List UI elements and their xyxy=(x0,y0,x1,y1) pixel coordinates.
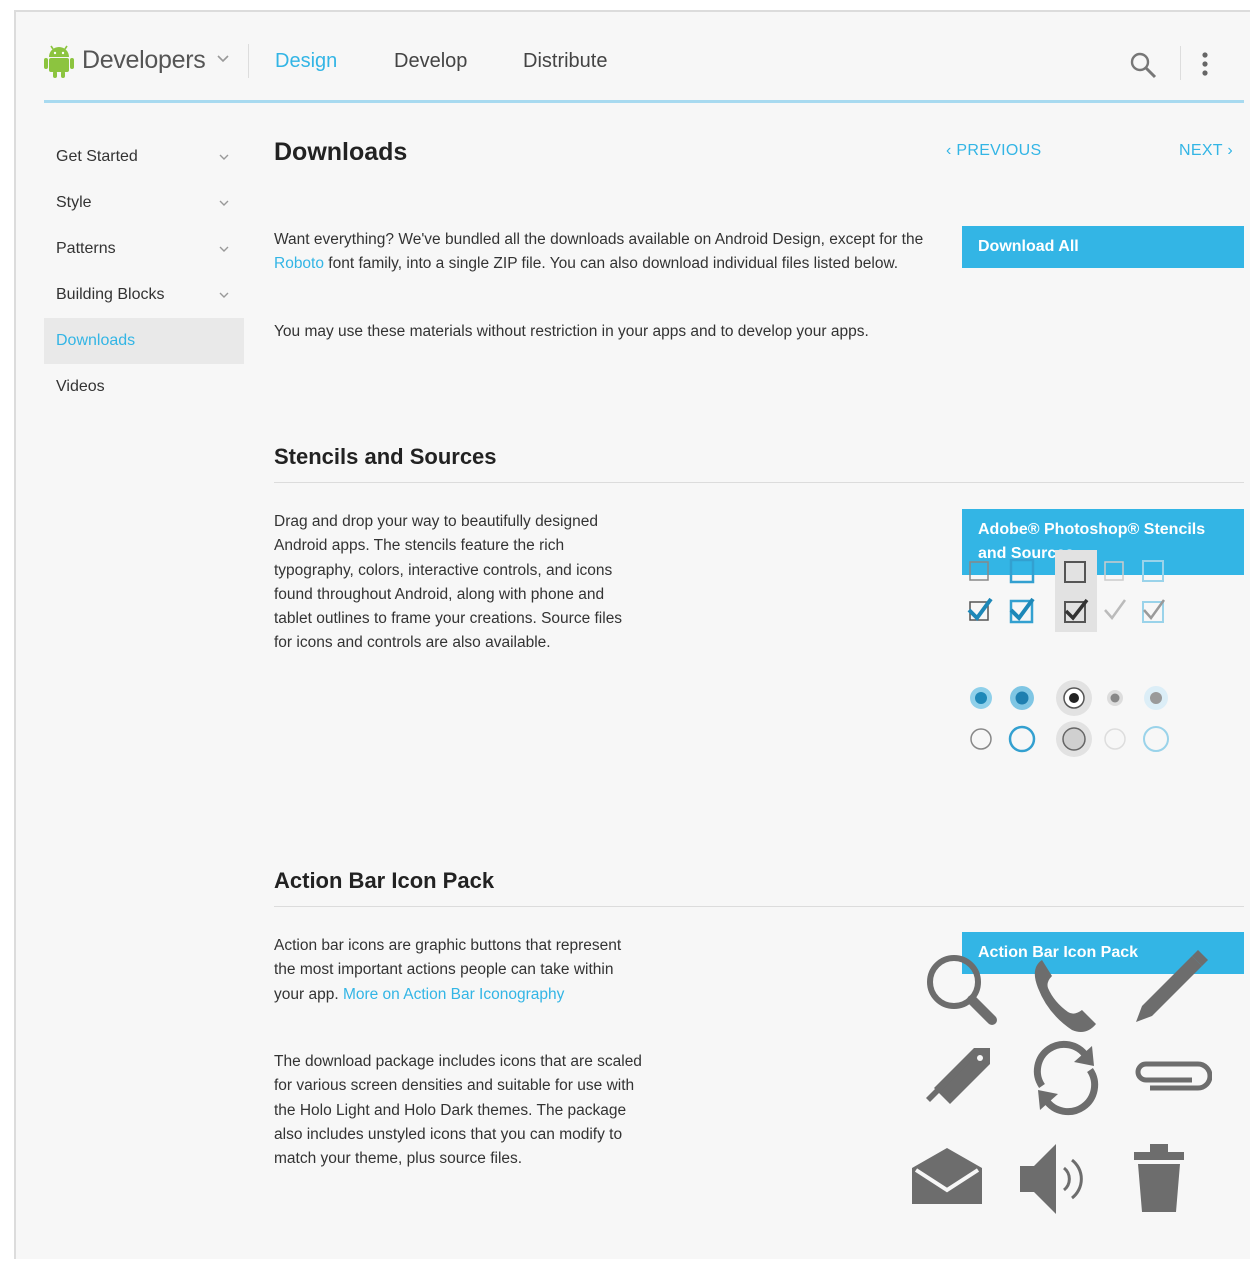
sidebar-item-label: Building Blocks xyxy=(56,286,165,303)
next-label: NEXT xyxy=(1179,142,1223,159)
sidebar-item-building-blocks[interactable]: Building Blocks xyxy=(44,272,244,318)
tab-develop[interactable]: Develop xyxy=(394,50,467,73)
radio-icon xyxy=(1143,726,1169,752)
tag-icon xyxy=(926,1048,990,1104)
refresh-icon xyxy=(1033,1040,1099,1116)
sidebar-item-label: Get Started xyxy=(56,148,138,165)
intro-paragraph: Want everything? We've bundled all the d… xyxy=(274,228,924,277)
chevron-down-icon[interactable] xyxy=(218,245,230,253)
download-all-button[interactable]: Download All xyxy=(962,226,1244,268)
email-icon xyxy=(912,1148,982,1204)
sidebar-item-label: Patterns xyxy=(56,240,116,257)
next-link[interactable]: NEXT › xyxy=(1179,142,1233,160)
overflow-menu-icon[interactable] xyxy=(1199,48,1211,80)
sidebar-item-get-started[interactable]: Get Started xyxy=(44,134,244,180)
sidebar-item-style[interactable]: Style xyxy=(44,180,244,226)
chevron-down-icon[interactable] xyxy=(218,153,230,161)
roboto-link[interactable]: Roboto xyxy=(274,255,324,272)
sidebar-item-downloads[interactable]: Downloads xyxy=(44,318,244,364)
volume-icon xyxy=(1020,1144,1083,1214)
phone-icon xyxy=(1034,960,1096,1032)
section-title-action-bar: Action Bar Icon Pack xyxy=(274,868,495,893)
pencil-icon xyxy=(1136,950,1208,1022)
package-paragraph: The download package includes icons that… xyxy=(274,1053,642,1168)
intro-text: font family, into a single ZIP file. You… xyxy=(323,255,899,273)
chevron-down-icon[interactable] xyxy=(218,291,230,299)
checkmark-icon xyxy=(1104,599,1127,621)
checkbox-icon xyxy=(1142,560,1164,582)
stencils-paragraph: Drag and drop your way to beautifully de… xyxy=(274,513,623,652)
page-title: Downloads xyxy=(274,138,408,166)
checkbox-icon xyxy=(1104,561,1124,581)
sidebar-item-videos[interactable]: Videos xyxy=(44,364,244,410)
radio-icon xyxy=(1104,728,1126,750)
action-bar-icons-preview xyxy=(912,950,1212,1214)
search-icon xyxy=(927,955,997,1025)
tab-distribute[interactable]: Distribute xyxy=(523,50,607,73)
top-bar: Developers Design Develop Distribute xyxy=(16,12,1250,103)
sidebar-item-patterns[interactable]: Patterns xyxy=(44,226,244,272)
trash-icon xyxy=(1134,1144,1184,1212)
section-title-stencils: Stencils and Sources xyxy=(274,444,497,469)
brand-name[interactable]: Developers xyxy=(82,46,206,75)
header-divider xyxy=(1180,46,1181,80)
page-frame: Developers Design Develop Distribute Get… xyxy=(14,10,1250,1259)
usage-paragraph: You may use these materials without rest… xyxy=(274,323,869,340)
checkbox-icon xyxy=(969,561,989,581)
search-icon[interactable] xyxy=(1128,50,1158,80)
action-bar-iconography-link[interactable]: More on Action Bar Iconography xyxy=(343,986,564,1003)
chevron-down-icon[interactable] xyxy=(216,54,230,64)
radio-icon xyxy=(1008,725,1036,753)
header-divider xyxy=(248,44,249,78)
section-divider xyxy=(274,906,1244,907)
header-underline xyxy=(44,100,1244,103)
checkbox-icon xyxy=(1009,558,1035,584)
previous-link[interactable]: ‹ PREVIOUS xyxy=(946,142,1041,160)
action-bar-paragraph: Action bar icons are graphic buttons tha… xyxy=(274,934,634,1007)
paperclip-icon xyxy=(1135,1061,1212,1091)
android-logo-icon[interactable] xyxy=(44,44,74,78)
chevron-down-icon[interactable] xyxy=(218,199,230,207)
sidebar-item-label: Downloads xyxy=(56,332,136,349)
sidebar-item-label: Style xyxy=(56,194,92,211)
tab-design[interactable]: Design xyxy=(275,50,337,73)
radio-icon xyxy=(970,728,992,750)
sidebar-nav: Get Started Style Patterns Building Bloc… xyxy=(44,134,244,410)
sidebar-item-label: Videos xyxy=(56,378,105,395)
intro-text: Want everything? We've bundled all the d… xyxy=(274,231,924,248)
section-divider xyxy=(274,482,1244,483)
previous-label: PREVIOUS xyxy=(956,142,1042,159)
controls-preview-image xyxy=(967,550,1169,757)
